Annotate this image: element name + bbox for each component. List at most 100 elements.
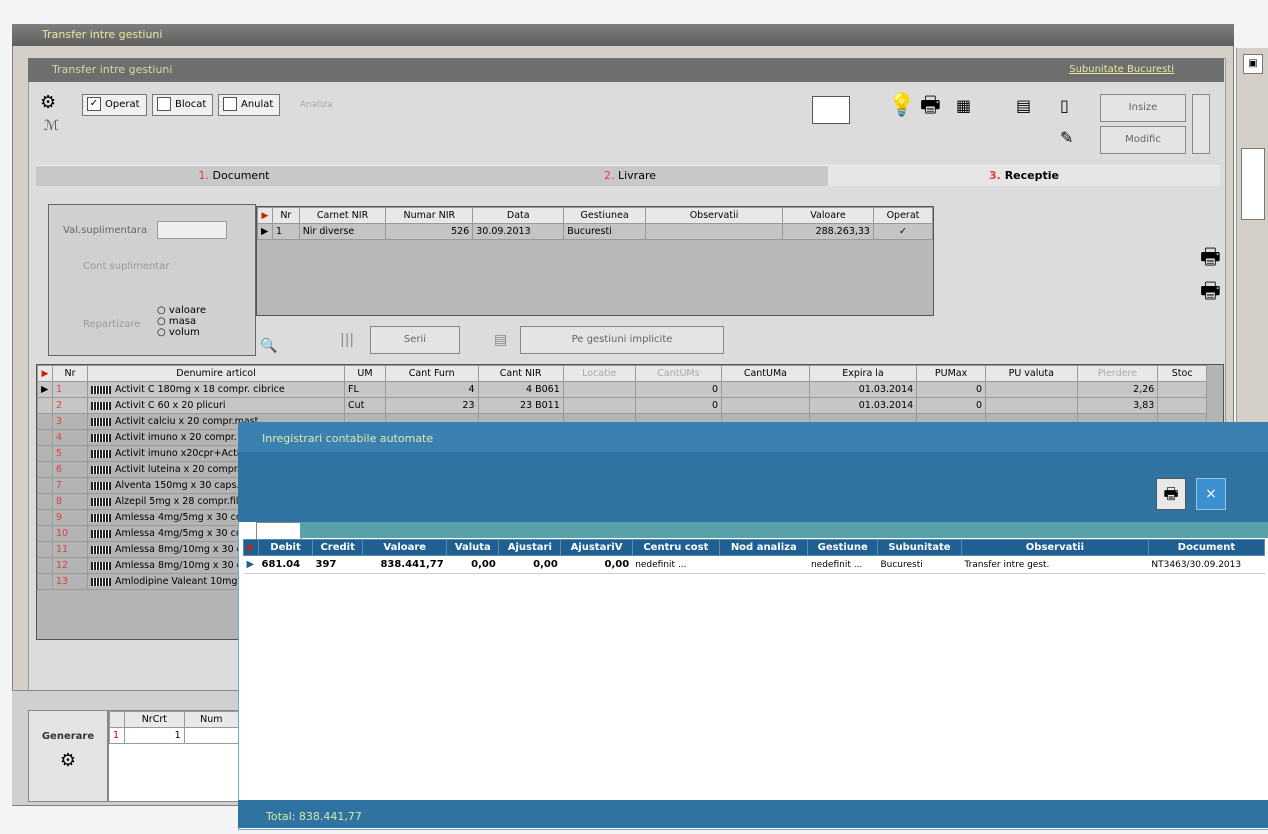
col-header[interactable]: Centru cost bbox=[631, 539, 721, 556]
cell-nr: 11 bbox=[52, 541, 88, 558]
col-header[interactable]: Subunitate bbox=[876, 539, 962, 556]
col-header[interactable]: Operat bbox=[872, 207, 934, 224]
col-header[interactable]: Gestiune bbox=[807, 539, 878, 556]
cell-num bbox=[183, 727, 240, 744]
col-header[interactable]: Valoare bbox=[362, 539, 448, 556]
card-icon[interactable]: ▯ bbox=[1060, 92, 1069, 120]
cell-data: 30.09.2013 bbox=[472, 223, 565, 240]
val-suplimentara-label: Val.suplimentara bbox=[63, 225, 148, 236]
modal-filter-input[interactable] bbox=[256, 522, 302, 540]
table-row[interactable]: ▶ 681.04 397 838.441,77 0,00 0,00 0,00 n… bbox=[243, 555, 1265, 574]
col-header[interactable]: Valoare bbox=[782, 207, 874, 224]
blocat-label: Blocat bbox=[175, 99, 207, 110]
col-header[interactable]: AjustariV bbox=[560, 539, 633, 556]
print-alt-icon[interactable]: 🖶 bbox=[1200, 278, 1221, 306]
col-header[interactable]: Pierdere bbox=[1076, 365, 1159, 382]
barcode-icon[interactable]: ||| bbox=[340, 332, 354, 348]
col-header[interactable]: Stoc bbox=[1157, 365, 1207, 382]
cell-pierdere: 3,83 bbox=[1076, 397, 1159, 414]
row-marker bbox=[37, 493, 53, 510]
printer-icon[interactable]: 🖶 bbox=[920, 92, 941, 120]
radio-masa[interactable]: ○ masa bbox=[157, 316, 196, 327]
col-header[interactable]: Numar NIR bbox=[385, 207, 474, 224]
col-header[interactable]: PUMax bbox=[916, 365, 986, 382]
cell-locatie bbox=[562, 397, 636, 414]
modify-button[interactable]: Modific bbox=[1100, 126, 1186, 154]
zoom-icon[interactable]: 🔍 bbox=[260, 338, 277, 354]
anulat-checkbox[interactable]: Anulat bbox=[218, 94, 281, 116]
side-doc-icon[interactable]: ▣ bbox=[1243, 54, 1263, 74]
col-header[interactable]: Cant NIR bbox=[477, 365, 564, 382]
col-header[interactable]: Expira la bbox=[808, 365, 918, 382]
radio-valoare[interactable]: ○ valoare bbox=[157, 305, 206, 316]
col-header[interactable]: Cant Furn bbox=[384, 365, 479, 382]
row-marker bbox=[37, 573, 53, 590]
table-row[interactable]: ▶ 1 Nir diverse 526 30.09.2013 Bucuresti… bbox=[257, 223, 934, 240]
gestiuni-implicite-button[interactable]: Pe gestiuni implicite bbox=[520, 326, 724, 354]
nir-table: ▶ Nr Carnet NIR Numar NIR Data Gestiunea… bbox=[257, 207, 934, 240]
row-marker bbox=[37, 445, 53, 462]
cell-valoare: 288.263,33 bbox=[782, 223, 874, 240]
col-header[interactable]: Locatie bbox=[562, 365, 636, 382]
lightbulb-icon[interactable]: 💡 bbox=[888, 92, 915, 120]
col-header[interactable]: Data bbox=[472, 207, 565, 224]
row-marker bbox=[37, 397, 53, 414]
col-header[interactable]: Debit bbox=[257, 539, 314, 556]
col-header[interactable]: Nod analiza bbox=[719, 539, 809, 556]
generate-box[interactable]: Generare ⚙ bbox=[28, 710, 108, 802]
table-row[interactable]: ▶ 1 Activit C 180mg x 18 compr. cibrice FL 4… bbox=[37, 381, 1207, 398]
blocat-checkbox[interactable]: Blocat bbox=[152, 94, 214, 116]
row-marker-header: ▶ bbox=[37, 365, 53, 382]
col-header[interactable]: Credit bbox=[312, 539, 364, 556]
row-marker bbox=[37, 429, 53, 446]
note-icon[interactable] bbox=[812, 96, 850, 124]
cell-nr: 1 bbox=[52, 381, 88, 398]
col-header[interactable]: NrCrt bbox=[124, 711, 185, 728]
modal-table: ▶ Debit Credit Valoare Valuta Ajustari A… bbox=[243, 539, 1266, 574]
folder-icon[interactable]: ▤ bbox=[1016, 92, 1031, 120]
small-side-buttons[interactable] bbox=[1192, 94, 1210, 154]
modal-header-row: ▶ Debit Credit Valoare Valuta Ajustari A… bbox=[243, 539, 1266, 556]
tab-receptie[interactable]: 3. Receptie bbox=[828, 165, 1220, 186]
subunit-link[interactable]: Subunitate Bucuresti bbox=[1069, 58, 1174, 82]
col-header[interactable]: Gestiunea bbox=[563, 207, 647, 224]
operat-checkbox[interactable]: ✓ Operat bbox=[82, 94, 147, 116]
serii-button[interactable]: Serii bbox=[370, 326, 460, 354]
table-row[interactable]: 11 bbox=[109, 727, 240, 744]
row-marker: ▶ bbox=[37, 381, 53, 398]
insert-button[interactable]: Insize bbox=[1100, 94, 1186, 122]
col-header[interactable]: Observatii bbox=[645, 207, 784, 224]
val-suplimentara-input[interactable] bbox=[157, 221, 227, 239]
modal-close-button[interactable]: × bbox=[1196, 478, 1226, 510]
generate-table: NrCrt Num 11 bbox=[109, 711, 240, 744]
cell-pierdere: 2,26 bbox=[1076, 381, 1159, 398]
col-header[interactable]: Nr bbox=[52, 365, 88, 382]
col-header[interactable]: Num bbox=[183, 711, 240, 728]
col-header[interactable]: Document bbox=[1147, 539, 1266, 556]
calculator-icon[interactable]: ▦ bbox=[956, 92, 971, 120]
col-header[interactable]: CantUMs bbox=[634, 365, 723, 382]
article-name: Amlodipine Valeant 10mg x bbox=[115, 576, 247, 587]
col-header[interactable]: UM bbox=[344, 365, 386, 382]
stack-icon[interactable]: ▤ bbox=[494, 332, 507, 348]
tab-document[interactable]: 1. Document bbox=[36, 165, 432, 186]
col-header[interactable]: Ajustari bbox=[498, 539, 562, 556]
pen-icon[interactable]: ✎ bbox=[1060, 124, 1073, 152]
side-scroll-widget[interactable] bbox=[1241, 148, 1265, 220]
table-row[interactable]: 2 Activit C 60 x 20 plicuri Cut 23 23 B011 0 0… bbox=[37, 397, 1207, 414]
col-header[interactable]: PU valuta bbox=[984, 365, 1078, 382]
modal-print-icon[interactable]: 🖶 bbox=[1156, 478, 1186, 510]
radio-volum[interactable]: ○ volum bbox=[157, 327, 200, 338]
col-header[interactable]: CantUMa bbox=[721, 365, 810, 382]
col-header[interactable]: Observatii bbox=[960, 539, 1149, 556]
modal-grid: ▶ Debit Credit Valoare Valuta Ajustari A… bbox=[243, 539, 1266, 574]
col-header[interactable]: Denumire articol bbox=[87, 365, 345, 382]
cell-cant-nir: 4 B061 bbox=[477, 381, 564, 398]
col-header[interactable]: Nr bbox=[272, 207, 300, 224]
col-header[interactable]: Carnet NIR bbox=[298, 207, 387, 224]
tab-num: 3. bbox=[989, 169, 1001, 182]
radio-label: valoare bbox=[168, 305, 207, 316]
print-icon[interactable]: 🖶 bbox=[1200, 244, 1221, 272]
tab-livrare[interactable]: 2. Livrare bbox=[432, 165, 828, 186]
col-header[interactable]: Valuta bbox=[446, 539, 500, 556]
